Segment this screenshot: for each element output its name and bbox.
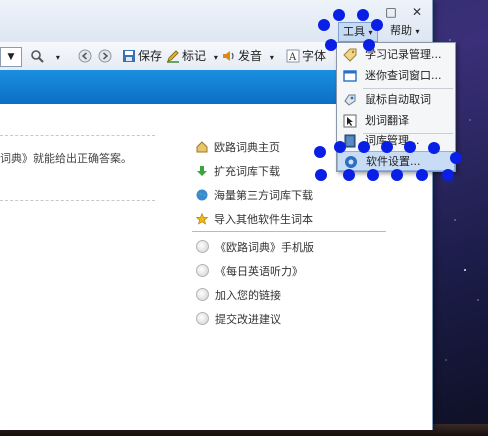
- divider: [0, 135, 155, 136]
- font-label: 字体: [302, 49, 327, 63]
- highlight-dot: [314, 146, 326, 158]
- link-label: 海量第三方词库下载: [214, 189, 313, 202]
- link-import-wordbook[interactable]: 导入其他软件生词本: [196, 208, 396, 232]
- highlight-dot: [315, 169, 327, 181]
- speaker-icon: [223, 51, 234, 61]
- forward-arrow-icon: [98, 49, 112, 63]
- menu-item-study-records[interactable]: 学习记录管理...: [337, 45, 455, 65]
- link-label: 欧路词典主页: [214, 141, 280, 154]
- save-button[interactable]: 保存: [122, 47, 162, 65]
- cursor-select-icon: [343, 114, 357, 128]
- link-label: 加入您的链接: [215, 289, 281, 302]
- menu-item-label: 迷你查词窗口...: [365, 69, 442, 82]
- highlight-dot: [363, 39, 375, 51]
- tools-dropdown-menu: 学习记录管理... 迷你查词窗口... 鼠标自动取词 划词翻译 词库管理... …: [336, 42, 456, 172]
- menu-help-label: 帮助: [390, 24, 412, 37]
- forward-button[interactable]: [98, 47, 114, 65]
- bookmark-button[interactable]: 标记 ▾: [166, 47, 218, 65]
- menu-item-mouse-capture[interactable]: 鼠标自动取词: [337, 90, 455, 110]
- bullet-icon: [196, 264, 209, 277]
- highlight-dot: [367, 169, 379, 181]
- menu-item-label: 学习记录管理...: [365, 48, 442, 61]
- divider: [0, 200, 155, 201]
- link-mobile-app[interactable]: 《欧路词典》手机版: [196, 236, 396, 260]
- highlight-dot: [416, 169, 428, 181]
- close-button[interactable]: ✕: [408, 4, 426, 20]
- home-icon: [196, 141, 208, 153]
- link-label: 《欧路词典》手机版: [215, 241, 314, 254]
- restore-button[interactable]: □: [382, 4, 400, 20]
- highlight-dot: [343, 169, 355, 181]
- back-button[interactable]: [78, 47, 94, 65]
- menu-item-mini-window[interactable]: 迷你查词窗口...: [337, 66, 455, 86]
- bookmark-label: 标记: [182, 49, 207, 63]
- title-bar: □ ✕ 工具 ▾ 帮助 ▾: [0, 0, 432, 42]
- highlight-dot: [334, 141, 346, 153]
- highlight-dot: [428, 142, 440, 154]
- highlight-dot: [318, 19, 330, 31]
- highlight-dot: [404, 141, 416, 153]
- highlight-dot: [381, 141, 393, 153]
- search-icon: [31, 50, 44, 63]
- more-links: 《欧路词典》手机版 《每日英语听力》 加入您的链接 提交改进建议: [196, 236, 396, 332]
- highlight-dot: [371, 19, 383, 31]
- menu-tools-label: 工具: [343, 25, 365, 38]
- answer-text: 词典》就能给出正确答案。: [0, 152, 132, 165]
- link-daily-listening[interactable]: 《每日英语听力》: [196, 260, 396, 284]
- window-icon: [343, 70, 357, 82]
- chevron-down-icon: ▾: [269, 53, 274, 62]
- menu-item-select-translate[interactable]: 划词翻译: [337, 111, 455, 131]
- save-label: 保存: [138, 49, 163, 63]
- highlight-dot: [450, 152, 462, 164]
- chevron-down-icon: ▾: [55, 53, 60, 62]
- tag-icon: [343, 48, 357, 62]
- highlight-dot: [358, 141, 370, 153]
- back-arrow-icon: [78, 49, 92, 63]
- save-icon: [123, 50, 135, 62]
- link-third-party-dict[interactable]: 海量第三方词库下载: [196, 184, 396, 208]
- menu-item-software-settings[interactable]: 软件设置...: [337, 151, 455, 171]
- link-label: 《每日英语听力》: [215, 265, 303, 278]
- search-history-dropdown[interactable]: ▼: [0, 47, 22, 67]
- font-button[interactable]: A 字体: [286, 47, 326, 65]
- link-add-your-link[interactable]: 加入您的链接: [196, 284, 396, 308]
- menu-item-label: 划词翻译: [365, 114, 409, 127]
- menu-item-label: 鼠标自动取词: [365, 93, 431, 106]
- globe-icon: [196, 189, 208, 201]
- link-label: 扩充词库下载: [214, 165, 280, 178]
- settings-icon: [345, 156, 357, 168]
- download-arrow-icon: [197, 166, 207, 176]
- bullet-icon: [196, 240, 209, 253]
- menu-help[interactable]: 帮助 ▾: [386, 22, 424, 40]
- pronounce-button[interactable]: 发音 ▾: [222, 47, 274, 65]
- font-icon: A: [286, 49, 300, 63]
- divider: [192, 231, 386, 232]
- pronounce-label: 发音: [238, 49, 263, 63]
- highlight-dot: [325, 39, 337, 51]
- svg-text:A: A: [288, 52, 297, 63]
- highlight-dot: [357, 9, 369, 21]
- highlight-dot: [333, 9, 345, 21]
- link-label: 提交改进建议: [215, 313, 281, 326]
- chevron-down-icon: ▾: [213, 53, 218, 62]
- highlight-dot: [442, 169, 454, 181]
- bullet-icon: [196, 312, 209, 325]
- link-feedback[interactable]: 提交改进建议: [196, 308, 396, 332]
- bullet-icon: [196, 288, 209, 301]
- highlight-dot: [391, 169, 403, 181]
- search-button[interactable]: ▾: [30, 47, 60, 65]
- mouse-capture-icon: [344, 94, 356, 106]
- chevron-down-icon: ▾: [415, 27, 420, 36]
- menu-separator: [363, 88, 453, 89]
- star-icon: [196, 213, 208, 225]
- pencil-icon: [167, 50, 179, 63]
- link-label: 导入其他软件生词本: [214, 213, 313, 226]
